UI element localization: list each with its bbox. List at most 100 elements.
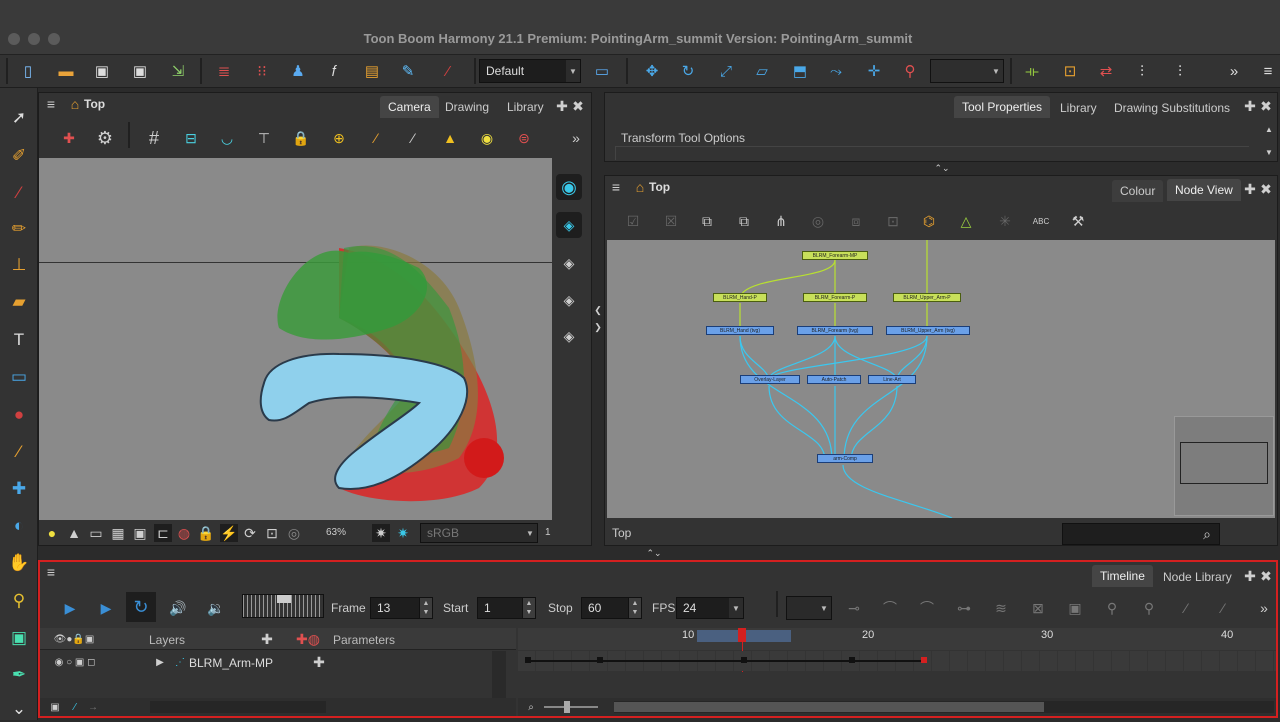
node[interactable]: Line-Art [868, 375, 916, 384]
skew-icon[interactable]: ▱ [750, 60, 774, 82]
timeline-zoom-slider[interactable] [544, 706, 598, 708]
tab-colour[interactable]: Colour [1112, 180, 1164, 202]
node[interactable]: BLRM_Forearm (tvg) [797, 326, 873, 335]
node[interactable]: BLRM_Upper_Arm (tvg) [886, 326, 970, 335]
camera-breadcrumb[interactable]: Top [84, 97, 105, 111]
stop-stepper[interactable]: ▲ ▼ [628, 597, 642, 619]
scroll-up-icon[interactable]: ▲ [1263, 122, 1275, 136]
save-as-icon[interactable]: ▣ [128, 60, 152, 82]
brush-icon[interactable]: ⁄ [6, 180, 32, 206]
workspace-manager-icon[interactable]: ▭ [590, 60, 614, 82]
keyframe[interactable] [849, 657, 855, 663]
add-panel-icon[interactable]: ✚ [1243, 97, 1257, 115]
node[interactable]: arm-Comp [817, 454, 873, 463]
zoom-level[interactable]: 63% [326, 527, 346, 538]
frame-field[interactable]: 13 [370, 597, 420, 619]
panel-menu-icon[interactable]: ≡ [44, 564, 58, 580]
disable-node-icon[interactable]: ☒ [660, 210, 682, 232]
layer-toggles-icon[interactable]: 👁●🔒▣ [44, 632, 104, 646]
chevron-right-icon[interactable]: ❯ [592, 320, 604, 334]
brush-plugin-icon[interactable]: ✎ [396, 60, 420, 82]
mask-icon[interactable]: ◍ [176, 524, 192, 542]
navigator-thumbnail[interactable] [1174, 416, 1274, 516]
peg-key-icon[interactable]: ⚲ [1100, 597, 1124, 619]
paint-bucket-icon[interactable]: ● [6, 402, 32, 428]
add-layer-icon[interactable]: ✚ [260, 631, 274, 647]
scroll-down-icon[interactable]: ▼ [1263, 145, 1275, 159]
ik-icon[interactable]: ⚲ [1137, 597, 1161, 619]
network-icon[interactable]: ⌬ [918, 210, 940, 232]
effect-icon[interactable]: ✳ [994, 210, 1016, 232]
layers-icon[interactable]: ≣ [212, 60, 236, 82]
group-icon[interactable]: ⧉ [696, 210, 718, 232]
inverse-kinematics-icon[interactable]: ⚲ [898, 60, 922, 82]
function-icon[interactable]: 𝑓 [322, 60, 346, 82]
lock-icon[interactable]: 🔒 [290, 127, 312, 149]
align-icon[interactable]: ⫶ [1168, 60, 1192, 82]
ruler-icon[interactable]: ⁄ [365, 127, 387, 149]
reposition-icon[interactable]: ⟛ [1020, 60, 1044, 82]
morph-tool-icon[interactable]: ◐ [6, 513, 32, 539]
ease-out-icon[interactable]: ⌒ [915, 597, 939, 619]
node[interactable]: BLRM_Forearm-P [803, 293, 867, 302]
maintain-size-icon[interactable]: ⬒ [788, 60, 812, 82]
tab-library[interactable]: Library [1052, 97, 1105, 119]
hand-icon[interactable]: ✋ [6, 550, 32, 576]
camera-canvas[interactable] [39, 158, 552, 520]
expand-layer-icon[interactable]: ▶ [154, 654, 166, 670]
workspace-select[interactable]: Default ▼ [479, 59, 581, 83]
motion-icon[interactable]: ≋ [989, 597, 1013, 619]
tab-camera[interactable]: Camera [380, 96, 439, 118]
sound-scrub-icon[interactable]: 🔉 [204, 596, 228, 620]
gear-icon[interactable]: ✷ [372, 524, 390, 542]
chevron-right-icon[interactable]: » [1222, 60, 1246, 82]
keyframe[interactable] [741, 657, 747, 663]
layers-scrollbar[interactable] [492, 651, 506, 699]
close-panel-icon[interactable]: ✖ [1259, 180, 1273, 198]
save-icon[interactable]: ▣ [90, 60, 114, 82]
tab-node-library[interactable]: Node Library [1155, 566, 1240, 588]
scale-icon[interactable]: ⤢ [714, 60, 738, 82]
dropper-icon[interactable]: ⁄ [6, 439, 32, 465]
scrollbar-thumb[interactable] [614, 702, 1044, 712]
drawing-icon[interactable]: ▣ [1063, 597, 1087, 619]
panel-menu-icon[interactable]: ≡ [44, 96, 58, 112]
camera-icon[interactable]: ⊡ [264, 524, 280, 542]
chevron-left-icon[interactable]: ❮ [592, 303, 604, 317]
screen-icon[interactable]: ▣ [48, 700, 62, 714]
perspective-icon[interactable]: ⁄ [402, 127, 424, 149]
onion-skin-icon[interactable]: ◡ [216, 127, 238, 149]
rotate-view-icon[interactable]: ⟳ [242, 524, 258, 542]
text-tool-icon[interactable]: T [6, 327, 32, 353]
slope-icon[interactable]: ⁄ [1211, 597, 1235, 619]
play-icon[interactable]: ▶ [58, 596, 82, 620]
bone-icon[interactable]: ⚲ [6, 588, 32, 614]
brush-layer-icon[interactable]: ⁄ [68, 700, 82, 714]
flip-icon[interactable]: ⇄ [1094, 60, 1118, 82]
add-panel-icon[interactable]: ✚ [1243, 180, 1257, 198]
tab-drawing[interactable]: Drawing [437, 96, 497, 118]
node[interactable]: BLRM_Upper_Arm-P [893, 293, 961, 302]
eye-icon[interactable]: ◉ [556, 174, 582, 200]
pencil-icon[interactable]: ✏ [6, 216, 32, 242]
timeline-h-scrollbar[interactable] [614, 701, 1274, 713]
tab-tool-properties[interactable]: Tool Properties [954, 96, 1051, 118]
xsheet-icon[interactable]: ▤ [360, 60, 384, 82]
add-icon[interactable]: ✚ [312, 654, 326, 670]
distribute-icon[interactable]: ⫶ [1130, 60, 1154, 82]
panel-menu-icon[interactable]: ≡ [609, 179, 623, 195]
rotate-icon[interactable]: ↻ [676, 60, 700, 82]
ungroup-icon[interactable]: ⧉ [733, 210, 755, 232]
color-gear-icon[interactable]: ✷ [394, 524, 412, 542]
gear-icon[interactable]: ⚙ [94, 127, 116, 149]
loop-icon[interactable]: ↻ [126, 592, 156, 622]
lock-icon[interactable]: 🔒 [197, 524, 214, 542]
ease-icon[interactable]: ⌒ [878, 597, 902, 619]
tab-drawing-substitutions[interactable]: Drawing Substitutions [1106, 97, 1238, 119]
start-field[interactable]: 1 [477, 597, 523, 619]
node[interactable]: BLRM_Hand-P [713, 293, 767, 302]
keyframe[interactable] [597, 657, 603, 663]
slider-handle[interactable] [277, 595, 291, 603]
home-icon[interactable]: ⌂ [68, 96, 82, 112]
collapse-toggle-icon[interactable]: ⌃⌄ [636, 546, 672, 560]
